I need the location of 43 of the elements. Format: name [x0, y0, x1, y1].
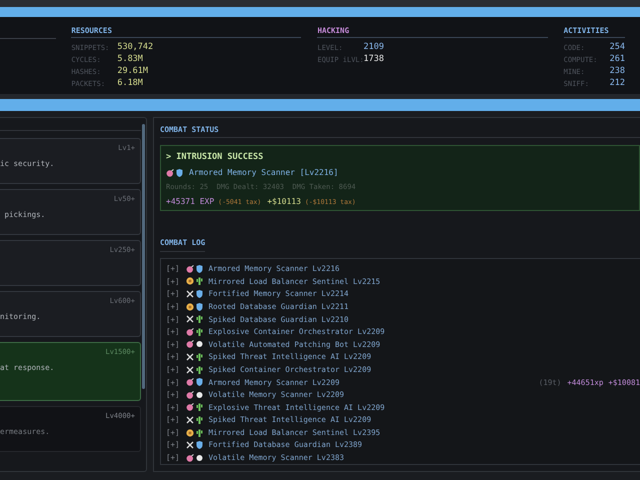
cactus-icon [196, 416, 203, 424]
bomb-icon [186, 390, 194, 399]
result-headline: > INTRUSION SUCCESS [166, 151, 264, 164]
blob-icon [196, 454, 203, 462]
exp-reward: +45371 EXP [166, 196, 214, 208]
stat-value: 5.83M [117, 53, 143, 66]
blob-icon [196, 390, 203, 399]
cactus-icon [196, 366, 203, 374]
stat-value: 238 [610, 65, 625, 78]
stat-value: 261 [610, 53, 625, 66]
stat-value: 29.61M [117, 65, 148, 78]
stat-value: 254 [610, 41, 625, 54]
bomb-icon [186, 328, 194, 336]
cactus-icon [196, 428, 203, 437]
stat-value: 530,742 [117, 41, 154, 54]
bomb-icon [186, 378, 194, 386]
crossed-swords-icon [186, 441, 194, 450]
crossed-swords-icon [186, 416, 194, 424]
bomb-icon [186, 454, 194, 462]
bomb-icon [186, 264, 194, 273]
stat-value: 6.18M [117, 77, 143, 90]
cactus-icon [196, 403, 203, 412]
cactus-icon [196, 352, 203, 361]
enemy-name: Armored Memory Scanner [Lv2216] [189, 167, 338, 179]
crossed-swords-icon [186, 315, 194, 324]
cactus-icon [196, 277, 203, 286]
shield-icon [196, 378, 203, 386]
bomb-icon [186, 403, 194, 412]
shield-icon [196, 441, 203, 450]
crossed-swords-icon [186, 290, 194, 298]
shield-icon [196, 264, 203, 273]
crossed-swords-icon [186, 352, 194, 361]
stat-value: 2109 [363, 41, 384, 54]
stat-value: 1738 [363, 53, 384, 66]
bomb-icon [186, 340, 194, 348]
cactus-icon [196, 315, 203, 324]
blob-icon [196, 340, 203, 348]
crossed-swords-icon [186, 366, 194, 374]
money-reward: +$10113 [267, 196, 301, 208]
shield-icon [176, 169, 183, 177]
stat-value: 212 [610, 77, 625, 90]
bomb-icon [166, 169, 174, 177]
cactus-icon [196, 328, 203, 336]
